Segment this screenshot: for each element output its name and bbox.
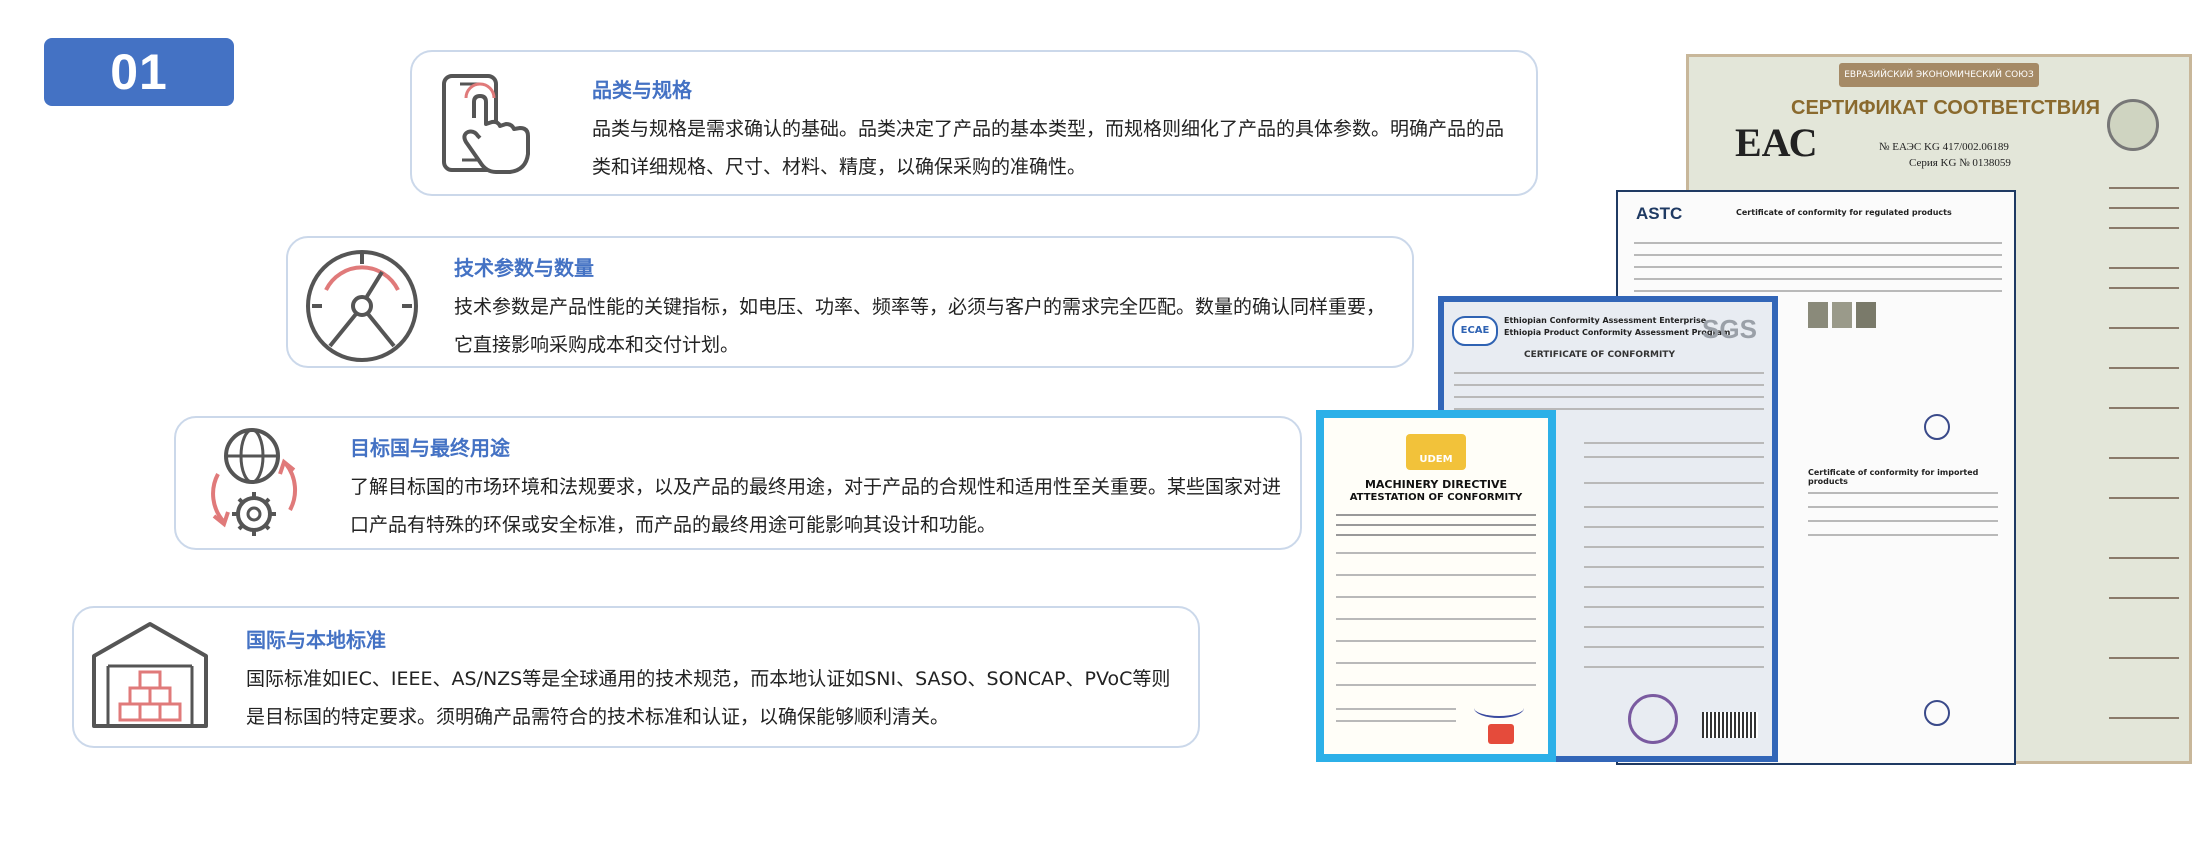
card-title: 目标国与最终用途	[350, 436, 510, 460]
card-standards: 国际与本地标准 国际标准如IEC、IEEE、AS/NZS等是全球通用的技术规范，…	[72, 606, 1200, 748]
udem-title-1: MACHINERY DIRECTIVE	[1364, 478, 1508, 491]
eac-title: СЕРТИФИКАТ СООТВЕТСТВИЯ	[1791, 97, 2100, 119]
astc-title: Certificate of conformity for regulated …	[1736, 208, 1952, 217]
card-tech-params: 技术参数与数量 技术参数是产品性能的关键指标，如电压、功率、频率等，必须与客户的…	[286, 236, 1414, 368]
card-description: 国际标准如IEC、IEEE、AS/NZS等是全球通用的技术规范，而本地认证如SN…	[246, 668, 1171, 728]
eac-logo: ЕАС	[1735, 120, 1818, 165]
stamp-icon	[1628, 694, 1678, 744]
ecae-logo: ECAE	[1452, 316, 1498, 346]
seal-icon	[1924, 700, 1950, 726]
globe-gear-cycle-icon	[211, 428, 298, 536]
eac-series: Серия KG № 0138059	[1909, 157, 2011, 169]
card-title: 国际与本地标准	[246, 628, 386, 652]
gauge-icon	[306, 250, 418, 362]
card-description: 技术参数是产品性能的关键指标，如电压、功率、频率等，必须与客户的需求完全匹配。数…	[454, 296, 1386, 356]
signature-icon	[1474, 698, 1524, 718]
seal-icon	[1924, 414, 1950, 440]
warehouse-boxes-icon	[92, 622, 208, 728]
udem-title-2: ATTESTATION OF CONFORMITY	[1349, 492, 1523, 503]
udem-certificate: UDEM MACHINERY DIRECTIVE ATTESTATION OF …	[1316, 410, 1556, 762]
eac-union-banner: ЕВРАЗИЙСКИЙ ЭКОНОМИЧЕСКИЙ СОЮЗ	[1839, 63, 2039, 87]
udem-logo: UDEM	[1406, 434, 1466, 470]
ecae-org-1: Ethiopian Conformity Assessment Enterpri…	[1504, 316, 1707, 325]
card-target-country: 目标国与最终用途 了解目标国的市场环境和法规要求，以及产品的最终用途，对于产品的…	[174, 416, 1302, 550]
eac-number: № ЕАЭС KG 417/002.06189	[1879, 141, 2009, 153]
sgs-logo: SGS	[1702, 314, 1757, 344]
hand-tapping-phone-icon	[442, 74, 530, 174]
ecae-org-2: Ethiopia Product Conformity Assessment P…	[1504, 328, 1731, 337]
barcode-icon	[1702, 712, 1758, 738]
card-title: 品类与规格	[592, 78, 692, 102]
astc-logo: ASTC	[1636, 204, 1683, 223]
emblem-icon	[2107, 99, 2159, 151]
ecae-title: CERTIFICATE OF CONFORMITY	[1524, 350, 1675, 360]
certificates-collage: ЕВРАЗИЙСКИЙ ЭКОНОМИЧЕСКИЙ СОЮЗ СЕРТИФИКА…	[1316, 54, 2192, 766]
section-number-badge: 01	[44, 38, 234, 106]
card-title: 技术参数与数量	[454, 256, 594, 280]
astc-title-2: Certificate of conformity for imported p…	[1808, 468, 1979, 486]
udem-logo-small	[1488, 724, 1514, 744]
card-description: 了解目标国的市场环境和法规要求，以及产品的最终用途，对于产品的合规性和适用性至关…	[350, 476, 1282, 536]
